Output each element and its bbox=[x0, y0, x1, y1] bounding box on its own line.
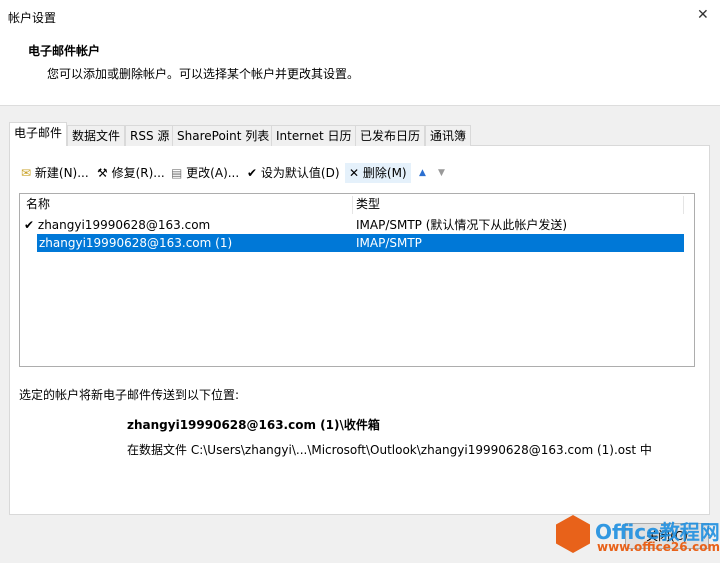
delivery-label: 选定的帐户将新电子邮件传送到以下位置: bbox=[19, 388, 240, 402]
account-name: zhangyi19990628@163.com (1) bbox=[39, 236, 233, 250]
account-row-selected[interactable]: zhangyi19990628@163.com (1) IMAP/SMTP bbox=[37, 234, 684, 252]
tab-address-book[interactable]: 通讯簿 bbox=[425, 125, 472, 146]
x-icon: ✕ bbox=[349, 166, 360, 180]
watermark-url: www.office26.com bbox=[597, 540, 720, 554]
account-list[interactable]: 名称 类型 ✔ zhangyi19990628@163.com IMAP/SMT… bbox=[19, 193, 695, 367]
repair-label: 修复(R)... bbox=[111, 166, 165, 180]
account-row[interactable]: ✔ zhangyi19990628@163.com IMAP/SMTP (默认情… bbox=[24, 216, 684, 234]
tab-rss[interactable]: RSS 源 bbox=[125, 125, 175, 146]
account-type: IMAP/SMTP bbox=[356, 236, 422, 250]
column-divider[interactable] bbox=[683, 196, 684, 214]
remove-label: 删除(M) bbox=[362, 166, 407, 180]
change-label: 更改(A)... bbox=[186, 166, 240, 180]
close-window-button[interactable]: ✕ bbox=[697, 7, 709, 23]
checkmark-icon: ✔ bbox=[247, 166, 258, 180]
repair-button[interactable]: ⚒ 修复(R)... bbox=[97, 163, 165, 183]
column-header-name[interactable]: 名称 bbox=[26, 195, 50, 213]
repair-icon: ⚒ bbox=[97, 166, 108, 180]
account-type: IMAP/SMTP (默认情况下从此帐户发送) bbox=[356, 218, 568, 232]
tab-email[interactable]: 电子邮件 bbox=[9, 122, 68, 146]
set-default-label: 设为默认值(D) bbox=[260, 166, 340, 180]
tab-sharepoint[interactable]: SharePoint 列表 bbox=[172, 125, 275, 146]
window-title: 帐户设置 bbox=[8, 11, 57, 25]
office-logo-icon bbox=[556, 515, 590, 553]
delivery-folder: zhangyi19990628@163.com (1)\收件箱 bbox=[127, 418, 380, 432]
column-header-type[interactable]: 类型 bbox=[356, 195, 380, 213]
move-down-button[interactable]: ▼ bbox=[438, 163, 445, 183]
delivery-data-file: 在数据文件 C:\Users\zhangyi\...\Microsoft\Out… bbox=[127, 443, 652, 457]
move-up-button[interactable]: ▲ bbox=[419, 163, 426, 183]
column-divider[interactable] bbox=[352, 196, 353, 214]
tab-internet-calendar[interactable]: Internet 日历 bbox=[271, 125, 357, 146]
new-label: 新建(N)... bbox=[34, 166, 89, 180]
tab-published-calendar[interactable]: 已发布日历 bbox=[355, 125, 426, 146]
account-name: zhangyi19990628@163.com bbox=[37, 218, 211, 232]
change-icon: ▤ bbox=[171, 166, 183, 180]
dialog-header bbox=[0, 0, 720, 106]
remove-button[interactable]: ✕ 删除(M) bbox=[345, 163, 411, 183]
new-account-icon: ✉ bbox=[21, 166, 32, 180]
section-title: 电子邮件帐户 bbox=[28, 44, 101, 58]
tab-data-files[interactable]: 数据文件 bbox=[67, 125, 126, 146]
change-button[interactable]: ▤ 更改(A)... bbox=[171, 163, 239, 183]
section-subtitle: 您可以添加或删除帐户。可以选择某个帐户并更改其设置。 bbox=[47, 67, 360, 81]
default-check-icon: ✔ bbox=[24, 218, 35, 232]
set-default-button[interactable]: ✔ 设为默认值(D) bbox=[247, 163, 340, 183]
new-button[interactable]: ✉ 新建(N)... bbox=[21, 163, 89, 183]
